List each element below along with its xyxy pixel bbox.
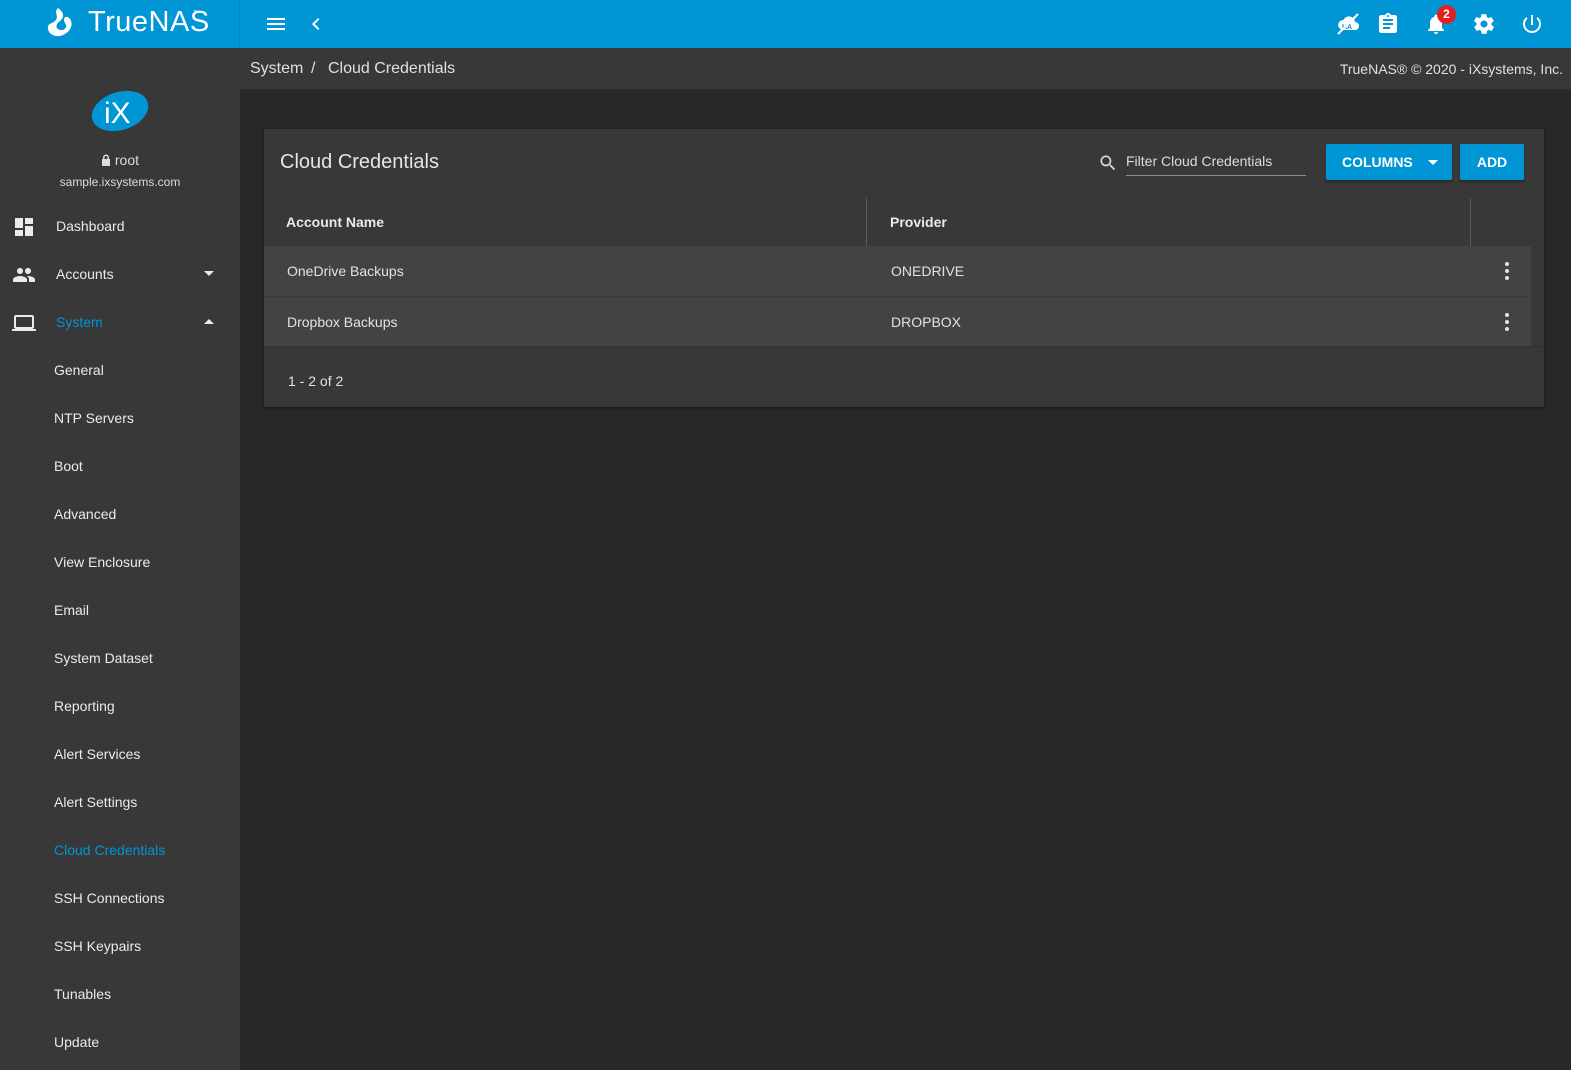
- sidebar-subitem-label: Boot: [54, 458, 83, 474]
- sidebar-item-label: System: [56, 314, 103, 330]
- sidebar-subitem-label: System Dataset: [54, 650, 153, 666]
- sidebar-subitem-ntp-servers[interactable]: NTP Servers: [0, 395, 240, 443]
- sidebar: iX root sample.ixsystems.com Dashboard A…: [0, 48, 240, 1070]
- breadcrumb: System / Cloud Credentials TrueNAS® © 20…: [240, 48, 1571, 89]
- brand-trademark: ™: [193, 10, 200, 17]
- ix-logo-icon: iX: [91, 90, 149, 132]
- sidebar-subitem-alert-settings[interactable]: Alert Settings: [0, 779, 240, 827]
- sidebar-subitem-alert-services[interactable]: Alert Services: [0, 731, 240, 779]
- sidebar-item-label: Dashboard: [56, 218, 125, 234]
- columns-button[interactable]: COLUMNS: [1326, 144, 1452, 180]
- top-bar: TrueNAS ™ HA 2: [0, 0, 1571, 48]
- sidebar-subitem-label: Email: [54, 602, 90, 618]
- copyright-text: TrueNAS® © 2020 - iXsystems, Inc.: [1339, 61, 1563, 77]
- column-resize-handle[interactable]: [866, 198, 867, 246]
- cell-provider: DROPBOX: [891, 314, 962, 330]
- table-row[interactable]: Dropbox Backups DROPBOX: [264, 296, 1531, 346]
- svg-text:iX: iX: [104, 97, 131, 130]
- sidebar-subitem-tunables[interactable]: Tunables: [0, 971, 240, 1019]
- collapse-caret-icon: [204, 319, 214, 324]
- paginator-range: 1 - 2 of 2: [288, 373, 344, 389]
- row-actions-kebab-icon[interactable]: [1502, 312, 1512, 332]
- sidebar-item-accounts[interactable]: Accounts: [0, 251, 240, 299]
- people-icon: [13, 268, 35, 282]
- brand-name: TrueNAS: [88, 6, 210, 38]
- search-icon: [1100, 155, 1116, 171]
- current-user: root: [0, 152, 240, 168]
- sidebar-subitem-update[interactable]: Update: [0, 1019, 240, 1067]
- sidebar-subitem-boot[interactable]: Boot: [0, 443, 240, 491]
- sidebar-subitem-label: Alert Settings: [54, 794, 138, 810]
- sidebar-subitem-general[interactable]: General: [0, 347, 240, 395]
- table-header: Account Name Provider: [264, 198, 1531, 246]
- dashboard-icon: [15, 218, 33, 236]
- cloud-credentials-card: Cloud Credentials COLUMNS ADD Account Na…: [264, 129, 1544, 407]
- sidebar-subitem-label: General: [54, 362, 104, 378]
- sidebar-subitem-label: View Enclosure: [54, 554, 151, 570]
- menu-icon[interactable]: [264, 12, 288, 36]
- clipboard-icon[interactable]: [1376, 12, 1400, 36]
- sidebar-subitem-ssh-connections[interactable]: SSH Connections: [0, 875, 240, 923]
- sidebar-subitem-label: NTP Servers: [54, 410, 134, 426]
- chevron-left-icon[interactable]: [304, 12, 328, 36]
- cell-provider: ONEDRIVE: [891, 263, 965, 279]
- hostname: sample.ixsystems.com: [59, 175, 181, 189]
- chevron-down-icon: [1428, 160, 1438, 165]
- column-resize-handle[interactable]: [1470, 198, 1471, 246]
- sidebar-subitem-cloud-credentials[interactable]: Cloud Credentials: [0, 827, 240, 875]
- breadcrumb-current: Cloud Credentials: [328, 60, 456, 77]
- add-button[interactable]: ADD: [1460, 144, 1524, 180]
- breadcrumb-separator: /: [311, 60, 316, 77]
- breadcrumb-system-link[interactable]: System: [250, 60, 303, 78]
- sidebar-subitem-advanced[interactable]: Advanced: [0, 491, 240, 539]
- row-actions-kebab-icon[interactable]: [1502, 261, 1512, 281]
- divider: [264, 346, 1544, 347]
- settings-gear-icon[interactable]: [1472, 12, 1496, 36]
- sidebar-subitem-label: Tunables: [54, 986, 112, 1002]
- sidebar-subitem-label: SSH Keypairs: [54, 938, 142, 954]
- sidebar-item-system[interactable]: System: [0, 299, 240, 347]
- add-button-label: ADD: [1476, 154, 1508, 170]
- laptop-icon: [12, 315, 36, 331]
- table-row[interactable]: OneDrive Backups ONEDRIVE: [264, 246, 1531, 296]
- columns-button-label: COLUMNS: [1342, 154, 1413, 170]
- column-header-account-name[interactable]: Account Name: [286, 198, 384, 246]
- filter-input[interactable]: [1126, 146, 1306, 176]
- notification-count-badge: 2: [1437, 5, 1456, 24]
- column-header-provider[interactable]: Provider: [890, 198, 947, 246]
- sidebar-subitem-system-dataset[interactable]: System Dataset: [0, 635, 240, 683]
- sidebar-subitem-label: Update: [54, 1034, 100, 1050]
- sidebar-item-dashboard[interactable]: Dashboard: [0, 203, 240, 251]
- expand-caret-icon: [204, 271, 214, 276]
- sidebar-subitem-ssh-keypairs[interactable]: SSH Keypairs: [0, 923, 240, 971]
- ha-status-icon[interactable]: HA: [1336, 12, 1360, 36]
- brand[interactable]: TrueNAS ™: [0, 0, 240, 48]
- cell-account-name: Dropbox Backups: [287, 314, 398, 330]
- page-title: Cloud Credentials: [280, 151, 439, 173]
- sidebar-subitem-view-enclosure[interactable]: View Enclosure: [0, 539, 240, 587]
- truenas-logo-icon: [47, 8, 72, 37]
- cell-account-name: OneDrive Backups: [287, 263, 404, 279]
- lock-icon: [101, 154, 110, 166]
- sidebar-subitem-label: Cloud Credentials: [54, 842, 166, 858]
- power-icon[interactable]: [1520, 12, 1544, 36]
- sidebar-subitem-label: Alert Services: [54, 746, 141, 762]
- sidebar-subitem-label: Reporting: [54, 698, 115, 714]
- sidebar-subitem-label: SSH Connections: [54, 890, 165, 906]
- sidebar-subitem-email[interactable]: Email: [0, 587, 240, 635]
- sidebar-subitem-reporting[interactable]: Reporting: [0, 683, 240, 731]
- sidebar-subitem-label: Advanced: [54, 506, 117, 522]
- sidebar-item-label: Accounts: [56, 266, 114, 282]
- username: root: [114, 152, 139, 168]
